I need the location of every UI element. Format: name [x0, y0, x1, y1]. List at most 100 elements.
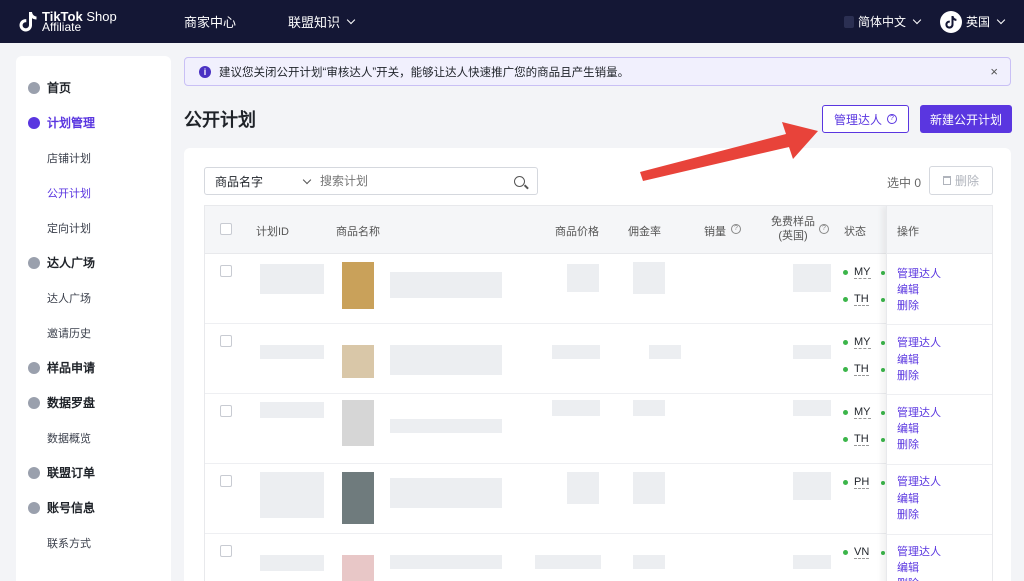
- language-selector[interactable]: 简体中文: [843, 13, 922, 30]
- country-code: VN: [854, 546, 870, 559]
- sidebar-item-label: 账号信息: [47, 501, 96, 515]
- region-selector[interactable]: 英国: [939, 10, 1006, 33]
- search-icon[interactable]: [514, 175, 525, 187]
- info-icon: i: [199, 65, 211, 78]
- blurred-cell: [633, 262, 665, 294]
- close-icon[interactable]: ×: [990, 64, 998, 79]
- box-icon: [28, 361, 40, 374]
- order-icon: [28, 466, 40, 479]
- row-manage-link[interactable]: 管理达人: [897, 404, 941, 420]
- blurred-cell: [535, 555, 601, 569]
- country-code: TH: [854, 363, 869, 376]
- sidebar-item-sample-request[interactable]: 样品申请: [28, 359, 95, 376]
- search-input[interactable]: [320, 168, 514, 194]
- sidebar-item-account-info[interactable]: 账号信息: [28, 499, 95, 516]
- blurred-cell: [552, 400, 600, 416]
- row-manage-link[interactable]: 管理达人: [897, 473, 941, 489]
- table-row: MY TH: [205, 324, 886, 394]
- sidebar-item-invite-history[interactable]: 邀请历史: [47, 325, 91, 341]
- sidebar-item-data-overview[interactable]: 数据概览: [47, 430, 91, 446]
- blurred-cell: [390, 478, 502, 508]
- country-tag: TH: [843, 433, 869, 446]
- sidebar-item-plan-mgmt[interactable]: 计划管理: [28, 114, 95, 131]
- sidebar-item-data-compass[interactable]: 数据罗盘: [28, 394, 95, 411]
- search-field-value: 商品名字: [215, 174, 264, 189]
- status-dot: [843, 339, 848, 345]
- row-checkbox[interactable]: [220, 475, 232, 487]
- page-title: 公开计划: [184, 110, 256, 130]
- row-edit-link[interactable]: 编辑: [897, 281, 919, 297]
- help-icon: ?: [887, 114, 897, 124]
- sidebar-item-contact[interactable]: 联系方式: [47, 535, 91, 551]
- row-edit-link[interactable]: 编辑: [897, 559, 919, 575]
- row-manage-link[interactable]: 管理达人: [897, 265, 941, 281]
- country-code: MY: [854, 336, 871, 349]
- brand-shop: Shop: [86, 8, 117, 24]
- table-row: PH: [205, 464, 886, 534]
- country-tag: PH: [843, 476, 870, 489]
- blurred-cell: [260, 264, 324, 294]
- blurred-cell: [793, 345, 831, 359]
- sidebar-item-open-plan[interactable]: 公开计划: [47, 185, 91, 201]
- sidebar-item-alliance-orders[interactable]: 联盟订单: [28, 464, 95, 481]
- status-dot: [843, 366, 848, 372]
- select-all-checkbox[interactable]: [220, 223, 232, 235]
- help-icon[interactable]: ?: [731, 224, 741, 234]
- row-edit-link[interactable]: 编辑: [897, 351, 919, 367]
- row-manage-link[interactable]: 管理达人: [897, 334, 941, 350]
- row-delete-link[interactable]: 删除: [897, 575, 919, 581]
- country-code: PH: [854, 476, 870, 489]
- nav-alliance-knowledge[interactable]: 联盟知识: [288, 12, 356, 31]
- row-divider: [887, 324, 992, 325]
- row-edit-link[interactable]: 编辑: [897, 420, 919, 436]
- country-tag: MY: [843, 266, 871, 279]
- tiktok-logo-icon: [945, 15, 957, 29]
- manage-creators-button[interactable]: 管理达人 ?: [822, 105, 909, 133]
- row-divider: [887, 534, 992, 535]
- sidebar-item-home[interactable]: 首页: [28, 79, 71, 96]
- search-bar: 商品名字: [204, 167, 538, 195]
- country-tag: TH: [843, 363, 869, 376]
- row-delete-link[interactable]: 删除: [897, 506, 919, 522]
- country-tag: VN: [843, 546, 870, 559]
- brand-logo[interactable]: TikTok Shop Affiliate: [18, 8, 168, 33]
- sidebar-item-creator-square[interactable]: 达人广场: [28, 254, 95, 271]
- blurred-cell: [552, 345, 600, 359]
- help-icon[interactable]: ?: [819, 224, 829, 234]
- status-dot: [881, 411, 885, 415]
- status-dot: [843, 269, 848, 275]
- row-checkbox[interactable]: [220, 405, 232, 417]
- row-manage-link[interactable]: 管理达人: [897, 543, 941, 559]
- row-delete-link[interactable]: 删除: [897, 367, 919, 383]
- chevron-down-icon: [302, 175, 312, 185]
- plan-list-card: 商品名字 选中 0 删除 计划ID 商品名称 商品价格 佣金率 销量 ? 免费样…: [184, 148, 1011, 581]
- search-field-select[interactable]: 商品名字: [205, 168, 320, 194]
- row-delete-link[interactable]: 删除: [897, 436, 919, 452]
- table-header: 计划ID 商品名称 商品价格 佣金率 销量 ? 免费样品 (英国) ? 状态: [205, 206, 992, 254]
- banner-text: 建议您关闭公开计划“审核达人”开关，能够让达人快速推广您的商品且产生销量。: [219, 66, 630, 79]
- chevron-down-icon: [346, 15, 356, 24]
- top-nav: TikTok Shop Affiliate 商家中心 联盟知识 简体中文 英国: [0, 0, 1024, 43]
- row-checkbox[interactable]: [220, 545, 232, 557]
- nav-seller-center[interactable]: 商家中心: [184, 12, 236, 31]
- blurred-cell: [390, 419, 502, 433]
- sidebar-item-targeted-plan[interactable]: 定向计划: [47, 220, 91, 236]
- sidebar-item-creator-square-sub[interactable]: 达人广场: [47, 290, 91, 306]
- selected-count: 选中 0: [887, 176, 922, 190]
- tip-banner: i 建议您关闭公开计划“审核达人”开关，能够让达人快速推广您的商品且产生销量。 …: [184, 57, 1011, 86]
- sidebar-item-shop-plan[interactable]: 店铺计划: [47, 150, 91, 166]
- row-edit-link[interactable]: 编辑: [897, 490, 919, 506]
- blurred-cell: [390, 272, 502, 298]
- country-code: TH: [854, 293, 869, 306]
- nav-alliance-knowledge-label: 联盟知识: [288, 15, 341, 30]
- blurred-cell: [633, 472, 665, 504]
- row-delete-link[interactable]: 删除: [897, 297, 919, 313]
- row-checkbox[interactable]: [220, 335, 232, 347]
- col-plan-id: 计划ID: [256, 226, 289, 238]
- delete-button[interactable]: 删除: [929, 166, 993, 195]
- product-thumbnail: [342, 262, 374, 309]
- product-thumbnail: [342, 472, 374, 524]
- country-tag: TH: [843, 293, 869, 306]
- new-open-plan-button[interactable]: 新建公开计划: [920, 105, 1012, 133]
- row-checkbox[interactable]: [220, 265, 232, 277]
